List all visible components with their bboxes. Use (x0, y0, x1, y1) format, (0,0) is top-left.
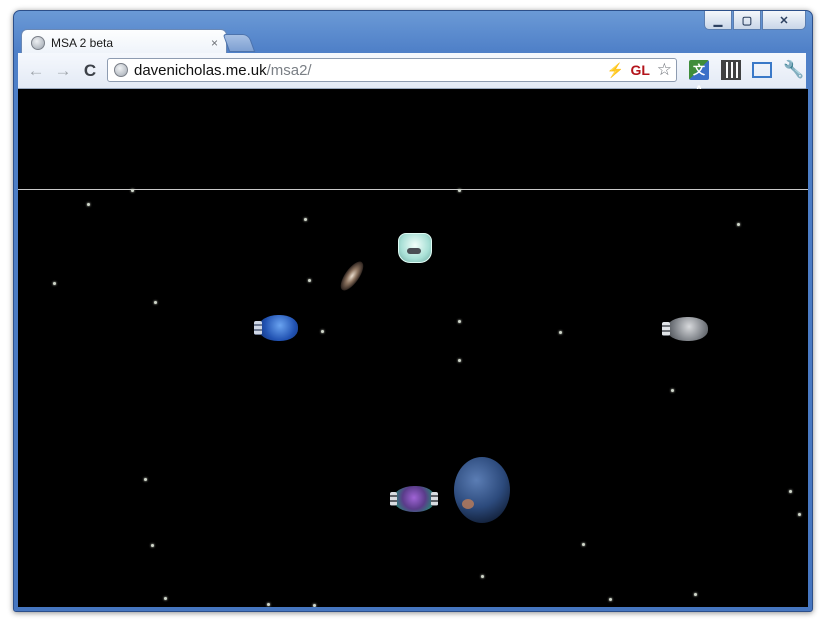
address-bar[interactable]: davenicholas.me.uk/msa2/ ⚡ GL ☆ (107, 58, 677, 82)
star (481, 575, 484, 578)
star (609, 598, 612, 601)
url-text[interactable]: davenicholas.me.uk/msa2/ (134, 62, 312, 79)
tab-msa2[interactable]: MSA 2 beta × (21, 29, 227, 55)
bookmark-star-icon[interactable]: ☆ (657, 60, 672, 80)
star (144, 478, 147, 481)
webgl-badge-icon[interactable]: GL (631, 62, 650, 78)
browser-window: ▁ ▢ ✕ MSA 2 beta × ← → C davenicholas.me… (13, 10, 813, 612)
star (131, 189, 134, 192)
star (694, 593, 697, 596)
window-controls: ▁ ▢ ✕ (703, 11, 806, 31)
tab-close-icon[interactable]: × (211, 36, 218, 50)
space-station-sprite[interactable] (398, 233, 432, 263)
site-info-globe-icon[interactable] (114, 63, 128, 77)
star (304, 218, 307, 221)
star (267, 603, 270, 606)
blue-ship-sprite[interactable] (254, 315, 298, 341)
url-path: /msa2/ (266, 62, 312, 79)
forward-icon[interactable]: → (53, 61, 73, 81)
star (789, 490, 792, 493)
star (321, 330, 324, 333)
star (151, 544, 154, 547)
new-tab-button[interactable] (222, 34, 256, 52)
star (53, 282, 56, 285)
reload-icon[interactable]: C (80, 61, 100, 81)
fullscreen-extension-icon[interactable] (752, 62, 772, 78)
galaxy-sprite (336, 258, 368, 294)
star (458, 359, 461, 362)
star (164, 597, 167, 600)
back-icon[interactable]: ← (26, 61, 46, 81)
tab-title: MSA 2 beta (51, 35, 114, 50)
star (313, 604, 316, 607)
bolt-icon[interactable]: ⚡ (607, 62, 624, 79)
maximize-button[interactable]: ▢ (733, 11, 761, 30)
close-window-button[interactable]: ✕ (762, 11, 806, 30)
star (308, 279, 311, 282)
minimize-button[interactable]: ▁ (704, 11, 732, 30)
url-host: davenicholas.me.uk (134, 62, 267, 79)
qr-code-extension-icon[interactable] (721, 60, 741, 80)
globe-icon (31, 35, 45, 50)
star (559, 331, 562, 334)
grey-ship-sprite[interactable] (662, 317, 708, 341)
hud-divider-line (18, 189, 808, 190)
translate-extension-icon[interactable]: 文A (689, 60, 709, 97)
star (87, 203, 90, 206)
wrench-menu-icon[interactable]: 🔧 (783, 60, 804, 80)
star (582, 543, 585, 546)
star (458, 189, 461, 192)
star (798, 513, 801, 516)
planet-sprite[interactable] (454, 457, 510, 523)
browser-toolbar: ← → C davenicholas.me.uk/msa2/ ⚡ GL ☆ 文A… (18, 53, 806, 97)
star (671, 389, 674, 392)
purple-ship-sprite[interactable] (390, 486, 438, 512)
star (458, 320, 461, 323)
star (154, 301, 157, 304)
star (737, 223, 740, 226)
game-canvas[interactable] (18, 89, 808, 607)
